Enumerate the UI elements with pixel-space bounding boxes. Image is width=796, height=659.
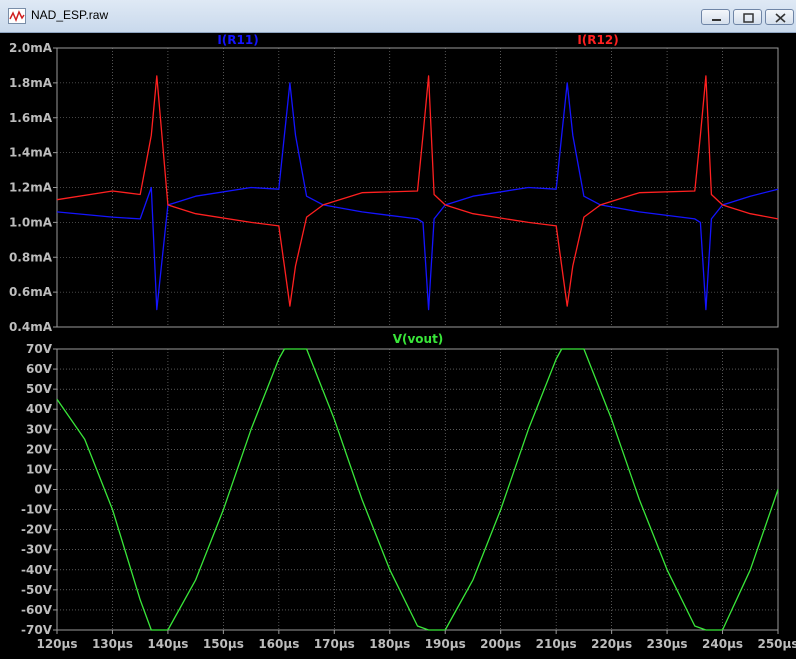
bottom-pane-grid <box>57 349 778 630</box>
x-tick-label: 210µs <box>536 637 577 651</box>
x-tick-label: 130µs <box>92 637 133 651</box>
y-tick-label: -10V <box>21 503 53 517</box>
y-tick-label: -20V <box>21 523 53 537</box>
minimize-button[interactable] <box>701 9 730 25</box>
restore-icon <box>743 13 754 23</box>
waveform-viewer[interactable]: 2.0mA 1.8mA 1.6mA 1.4mA 1.2mA 1.0mA 0.8mA 0.6mA… <box>0 33 796 655</box>
x-tick-label: 190µs <box>425 637 466 651</box>
y-tick-label: 1.4mA <box>9 146 53 160</box>
maximize-button[interactable] <box>733 9 762 25</box>
y-tick-label: 0.4mA <box>9 320 53 334</box>
bottom-pane[interactable]: 70V 60V 50V 40V 30V 20V 10V 0V -10V -20V -30V -40V -… <box>21 332 779 637</box>
x-tick-label: 170µs <box>314 637 355 651</box>
y-tick-label: 50V <box>26 382 53 396</box>
trace-label-v-vout[interactable]: V(vout) <box>393 332 444 346</box>
plot-canvas[interactable]: 2.0mA 1.8mA 1.6mA 1.4mA 1.2mA 1.0mA 0.8mA 0.6mA… <box>0 33 796 655</box>
close-button[interactable] <box>765 9 794 25</box>
y-tick-label: 1.2mA <box>9 181 53 195</box>
y-tick-label: 0V <box>34 483 52 497</box>
x-tick-label: 220µs <box>591 637 632 651</box>
y-tick-label: 30V <box>26 422 53 436</box>
y-tick-label: 0.6mA <box>9 285 53 299</box>
y-tick-label: -70V <box>21 623 53 637</box>
x-tick-label: 140µs <box>147 637 188 651</box>
trace-i-r12[interactable] <box>56 75 779 307</box>
y-tick-label: 40V <box>26 402 53 416</box>
x-axis-ticks: 120µs 130µs 140µs 150µs 160µs 170µs 180µs 190µs… <box>36 630 796 651</box>
x-tick-label: 200µs <box>480 637 521 651</box>
y-tick-label: 1.8mA <box>9 76 53 90</box>
x-tick-label: 160µs <box>258 637 299 651</box>
y-tick-label: 2.0mA <box>9 41 53 55</box>
y-tick-label: 1.6mA <box>9 111 53 125</box>
y-tick-label: -40V <box>21 563 53 577</box>
bottom-pane-y-ticks: 70V 60V 50V 40V 30V 20V 10V 0V -10V -20V -30V -40V -… <box>21 342 57 637</box>
top-pane-traces <box>56 75 779 311</box>
waveform-app-icon <box>8 8 26 24</box>
x-tick-label: 150µs <box>203 637 244 651</box>
x-tick-label: 230µs <box>647 637 688 651</box>
y-tick-label: -60V <box>21 603 53 617</box>
y-tick-label: 60V <box>26 362 53 376</box>
y-tick-label: 1.0mA <box>9 215 53 229</box>
close-icon <box>775 13 786 23</box>
y-tick-label: -50V <box>21 583 53 597</box>
y-tick-label: -30V <box>21 543 53 557</box>
title-bar: NAD_ESP.raw <box>0 0 796 33</box>
trace-label-i-r12[interactable]: I(R12) <box>577 33 618 47</box>
x-tick-label: 180µs <box>369 637 410 651</box>
y-tick-label: 0.8mA <box>9 250 53 264</box>
x-tick-label: 120µs <box>36 637 77 651</box>
y-tick-label: 70V <box>26 342 53 356</box>
x-tick-label: 250µs <box>757 637 796 651</box>
x-tick-label: 240µs <box>702 637 743 651</box>
top-pane[interactable]: 2.0mA 1.8mA 1.6mA 1.4mA 1.2mA 1.0mA 0.8mA 0.6mA… <box>9 33 779 334</box>
y-tick-label: 10V <box>26 462 53 476</box>
top-pane-y-ticks: 2.0mA 1.8mA 1.6mA 1.4mA 1.2mA 1.0mA 0.8mA 0.6mA… <box>9 41 57 334</box>
trace-label-i-r11[interactable]: I(R11) <box>217 33 258 47</box>
window-title: NAD_ESP.raw <box>31 8 109 22</box>
y-tick-label: 20V <box>26 442 53 456</box>
minimize-icon <box>712 19 721 21</box>
trace-i-r11[interactable] <box>56 82 779 311</box>
